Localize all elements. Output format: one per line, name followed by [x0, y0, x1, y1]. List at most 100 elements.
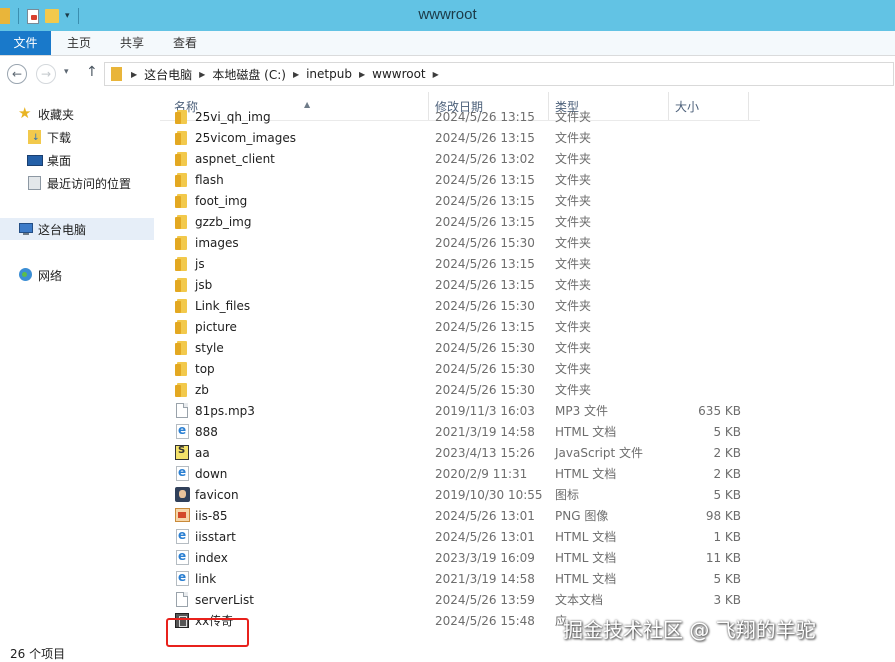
highlight-box — [166, 618, 249, 647]
forward-button[interactable]: → — [36, 64, 56, 84]
file-size: 2 KB — [713, 467, 741, 481]
file-name: 25vi_qh_img — [195, 110, 271, 124]
file-type: PNG 图像 — [555, 509, 609, 523]
table-row[interactable]: iis-85 2024/5/26 13:01 PNG 图像 98 KB — [160, 506, 895, 527]
breadcrumb-local-disk[interactable]: 本地磁盘 (C:) — [212, 66, 286, 83]
file-type: 文件夹 — [555, 110, 592, 124]
chevron-right-icon[interactable]: ▶ — [131, 70, 137, 79]
table-row[interactable]: 25vi_qh_img 2024/5/26 13:15 文件夹 — [160, 107, 895, 128]
table-row[interactable]: flash 2024/5/26 13:15 文件夹 — [160, 170, 895, 191]
html-file-icon — [174, 570, 190, 587]
table-row[interactable]: link 2021/3/19 14:58 HTML 文档 5 KB — [160, 569, 895, 590]
table-row[interactable]: index 2023/3/19 16:09 HTML 文档 11 KB — [160, 548, 895, 569]
file-size: 98 KB — [705, 509, 741, 523]
file-type: 文件夹 — [555, 320, 592, 334]
chevron-right-icon[interactable]: ▶ — [359, 70, 365, 79]
file-type: 图标 — [555, 488, 580, 502]
file-size: 3 KB — [713, 593, 741, 607]
up-button[interactable]: ↑ — [86, 64, 98, 80]
sidebar-item-label: 这台电脑 — [38, 222, 87, 237]
file-name: picture — [195, 320, 237, 334]
file-name: 81ps.mp3 — [195, 404, 255, 418]
file-type: JavaScript 文件 — [555, 446, 643, 460]
file-name: down — [195, 467, 228, 481]
tab-view[interactable]: 查看 — [161, 31, 209, 55]
sidebar-item-label: 下载 — [47, 130, 72, 145]
breadcrumb-wwwroot[interactable]: wwwroot — [372, 67, 426, 81]
recent-places-icon — [27, 175, 43, 191]
table-row[interactable]: 81ps.mp3 2019/11/3 16:03 MP3 文件 635 KB — [160, 401, 895, 422]
sidebar-item-label: 最近访问的位置 — [47, 176, 132, 191]
file-date: 2024/5/26 15:30 — [435, 362, 535, 376]
breadcrumb-inetpub[interactable]: inetpub — [306, 67, 352, 81]
file-date: 2021/3/19 14:58 — [435, 572, 535, 586]
table-row[interactable]: Link_files 2024/5/26 15:30 文件夹 — [160, 296, 895, 317]
folder-icon — [174, 256, 190, 272]
network-icon — [18, 267, 34, 283]
table-row[interactable]: top 2024/5/26 15:30 文件夹 — [160, 359, 895, 380]
tab-home[interactable]: 主页 — [55, 31, 103, 55]
sidebar-item-desktop[interactable]: 桌面 — [0, 149, 154, 171]
file-type: HTML 文档 — [555, 572, 617, 586]
javascript-icon — [174, 445, 190, 461]
file-type: MP3 文件 — [555, 404, 609, 418]
tab-file[interactable]: 文件 — [0, 31, 51, 55]
chevron-right-icon[interactable]: ▶ — [293, 70, 299, 79]
table-row[interactable]: gzzb_img 2024/5/26 13:15 文件夹 — [160, 212, 895, 233]
tab-share[interactable]: 共享 — [108, 31, 156, 55]
table-row[interactable]: js 2024/5/26 13:15 文件夹 — [160, 254, 895, 275]
table-row[interactable]: images 2024/5/26 15:30 文件夹 — [160, 233, 895, 254]
table-row[interactable]: jsb 2024/5/26 13:15 文件夹 — [160, 275, 895, 296]
file-type: 文件夹 — [555, 194, 592, 208]
sidebar-item-downloads[interactable]: ↓ 下载 — [0, 126, 154, 148]
file-name: iis-85 — [195, 509, 228, 523]
sidebar-item-network[interactable]: 网络 — [0, 264, 154, 286]
file-type: 文本文档 — [555, 593, 604, 607]
folder-icon — [174, 340, 190, 356]
file-type: HTML 文档 — [555, 551, 617, 565]
table-row[interactable]: 25vicom_images 2024/5/26 13:15 文件夹 — [160, 128, 895, 149]
file-type: 文件夹 — [555, 215, 592, 229]
table-row[interactable]: aspnet_client 2024/5/26 13:02 文件夹 — [160, 149, 895, 170]
file-date: 2024/5/26 13:15 — [435, 278, 535, 292]
downloads-icon: ↓ — [27, 129, 43, 145]
breadcrumb-this-pc[interactable]: 这台电脑 — [144, 66, 192, 83]
folder-icon — [174, 109, 190, 125]
table-row[interactable]: foot_img 2024/5/26 13:15 文件夹 — [160, 191, 895, 212]
table-row[interactable]: favicon 2019/10/30 10:55 图标 5 KB — [160, 485, 895, 506]
file-date: 2024/5/26 13:01 — [435, 509, 535, 523]
file-size: 11 KB — [705, 551, 741, 565]
sidebar-item-favorites[interactable]: ★ 收藏夹 — [0, 103, 154, 125]
file-name: images — [195, 236, 239, 250]
file-date: 2023/4/13 15:26 — [435, 446, 535, 460]
table-row[interactable]: aa 2023/4/13 15:26 JavaScript 文件 2 KB — [160, 443, 895, 464]
chevron-right-icon[interactable]: ▶ — [199, 70, 205, 79]
sidebar-item-this-pc[interactable]: 这台电脑 — [0, 218, 154, 240]
table-row[interactable]: 888 2021/3/19 14:58 HTML 文档 5 KB — [160, 422, 895, 443]
table-row[interactable]: iisstart 2024/5/26 13:01 HTML 文档 1 KB — [160, 527, 895, 548]
file-date: 2024/5/26 15:30 — [435, 383, 535, 397]
file-date: 2021/3/19 14:58 — [435, 425, 535, 439]
table-row[interactable]: zb 2024/5/26 15:30 文件夹 — [160, 380, 895, 401]
file-date: 2024/5/26 15:30 — [435, 236, 535, 250]
html-file-icon — [174, 465, 190, 482]
address-bar[interactable]: ▶ 这台电脑 ▶ 本地磁盘 (C:) ▶ inetpub ▶ wwwroot ▶ — [104, 62, 894, 86]
watermark: 掘金技术社区 @ 飞翔的羊驼 — [563, 618, 816, 642]
sidebar-item-recent-places[interactable]: 最近访问的位置 — [0, 172, 154, 194]
file-type: 文件夹 — [555, 383, 592, 397]
file-name: style — [195, 341, 224, 355]
back-button[interactable]: ← — [7, 64, 27, 84]
file-type: 文件夹 — [555, 299, 592, 313]
recent-locations-icon[interactable]: ▾ — [64, 67, 69, 77]
table-row[interactable]: picture 2024/5/26 13:15 文件夹 — [160, 317, 895, 338]
table-row[interactable]: style 2024/5/26 15:30 文件夹 — [160, 338, 895, 359]
table-row[interactable]: serverList 2024/5/26 13:59 文本文档 3 KB — [160, 590, 895, 611]
file-date: 2024/5/26 13:01 — [435, 530, 535, 544]
file-type: HTML 文档 — [555, 467, 617, 481]
folder-icon — [174, 130, 190, 146]
file-date: 2024/5/26 15:30 — [435, 341, 535, 355]
chevron-right-icon[interactable]: ▶ — [433, 70, 439, 79]
table-row[interactable]: down 2020/2/9 11:31 HTML 文档 2 KB — [160, 464, 895, 485]
address-row: ← → ▾ ↑ ▶ 这台电脑 ▶ 本地磁盘 (C:) ▶ inetpub ▶ w… — [0, 56, 895, 92]
file-date: 2023/3/19 16:09 — [435, 551, 535, 565]
